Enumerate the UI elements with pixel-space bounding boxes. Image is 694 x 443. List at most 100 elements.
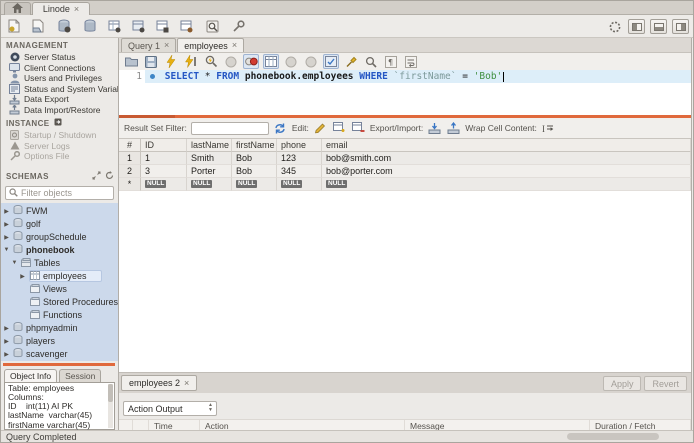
rollback-icon[interactable]	[303, 54, 319, 69]
delete-row-icon[interactable]	[351, 121, 366, 135]
sidebar-item-server-status[interactable]: Server Status	[1, 52, 118, 63]
revert-button[interactable]: Revert	[644, 376, 687, 391]
toggle-right-sidebar-button[interactable]	[672, 19, 689, 34]
sidebar-splitter[interactable]	[3, 362, 115, 366]
connection-tab-linode[interactable]: Linode ×	[32, 2, 90, 15]
open-sql-script-icon[interactable]	[30, 18, 47, 35]
tree-item-employees[interactable]: ▶ employees	[1, 270, 118, 283]
apply-button[interactable]: Apply	[602, 376, 642, 391]
edit-record-icon[interactable]	[313, 121, 328, 135]
result-filter-input[interactable]	[190, 121, 269, 135]
chevron-right-icon[interactable]: ▶	[3, 338, 10, 345]
schema-filter-input[interactable]	[21, 187, 101, 198]
tab-object-info[interactable]: Object Info	[4, 368, 58, 382]
toggle-autocommit-icon[interactable]	[323, 54, 339, 69]
tree-item-golf[interactable]: ▶ golf	[1, 218, 118, 231]
close-icon[interactable]: ×	[232, 41, 237, 50]
output-col-action[interactable]: Action	[200, 420, 405, 430]
table-row-new[interactable]: * NULL NULL NULL NULL NULL	[119, 178, 691, 191]
table-row[interactable]: 1 1 Smith Bob 123 bob@smith.com	[119, 152, 691, 165]
output-col-duration[interactable]: Duration / Fetch	[590, 420, 691, 430]
home-tab[interactable]	[4, 2, 31, 15]
import-records-icon[interactable]	[446, 121, 461, 135]
stop-icon[interactable]	[223, 54, 239, 69]
export-result-icon[interactable]	[427, 121, 442, 135]
table-inspector-icon[interactable]	[204, 18, 221, 35]
output-col-message[interactable]: Message	[405, 420, 590, 430]
editor-result-splitter[interactable]	[119, 115, 691, 118]
tree-item-functions[interactable]: ▶ Functions	[1, 309, 118, 322]
output-col-time[interactable]: Time	[149, 420, 200, 430]
tree-item-views[interactable]: ▶ Views	[1, 283, 118, 296]
sidebar-item-system-variables[interactable]: Status and System Variables	[1, 83, 118, 95]
new-function-icon[interactable]	[178, 18, 195, 35]
tab-session[interactable]: Session	[59, 368, 102, 382]
tree-item-phonebook[interactable]: ▼ phonebook	[1, 244, 118, 257]
sql-code-editor[interactable]: 1 SELECT * FROM phonebook.employees WHER…	[119, 70, 691, 115]
tree-item-players[interactable]: ▶ players	[1, 335, 118, 348]
toggle-left-sidebar-button[interactable]	[628, 19, 645, 34]
sidebar-item-data-export[interactable]: Data Export	[1, 94, 118, 105]
limit-rows-icon[interactable]	[263, 54, 279, 69]
chevron-right-icon[interactable]: ▶	[3, 208, 10, 215]
tab-query-1[interactable]: Query 1 ×	[121, 38, 177, 52]
add-row-icon[interactable]	[332, 121, 347, 135]
save-icon[interactable]	[143, 54, 159, 69]
horizontal-scrollbar-thumb[interactable]	[567, 433, 659, 440]
new-view-icon[interactable]	[130, 18, 147, 35]
column-header-phone[interactable]: phone	[277, 139, 322, 152]
tree-item-scavenger[interactable]: ▶ scavenger	[1, 348, 118, 361]
commit-icon[interactable]	[283, 54, 299, 69]
new-sql-tab-icon[interactable]	[6, 18, 23, 35]
tree-item-stored-procedures[interactable]: ▶ Stored Procedures	[1, 296, 118, 309]
close-icon[interactable]: ×	[184, 378, 189, 388]
toggle-stop-on-error-icon[interactable]	[243, 54, 259, 69]
table-row[interactable]: 2 3 Porter Bob 345 bob@porter.com	[119, 165, 691, 178]
sidebar-item-server-logs[interactable]: Server Logs	[1, 141, 118, 152]
chevron-right-icon[interactable]: ▶	[3, 221, 10, 228]
toggle-bottom-panel-button[interactable]	[650, 19, 667, 34]
explain-icon[interactable]	[203, 54, 219, 69]
close-icon[interactable]: ×	[74, 4, 79, 14]
expand-schemas-icon[interactable]	[92, 171, 101, 182]
open-file-icon[interactable]	[123, 54, 139, 69]
chevron-right-icon[interactable]: ▶	[3, 351, 10, 358]
wrap-cell-icon[interactable]: I	[541, 121, 556, 135]
new-connection-icon[interactable]	[56, 18, 73, 35]
new-table-icon[interactable]	[106, 18, 123, 35]
output-type-select[interactable]: Action Output ▲ ▼	[123, 401, 217, 416]
close-icon[interactable]: ×	[164, 41, 169, 50]
chevron-right-icon[interactable]: ▶	[3, 325, 10, 332]
object-info-scrollbar[interactable]	[108, 383, 113, 428]
tree-item-phpmyadmin[interactable]: ▶ phpmyadmin	[1, 322, 118, 335]
new-schema-icon[interactable]	[82, 18, 99, 35]
chevron-right-icon[interactable]: ▶	[19, 273, 26, 280]
refresh-icon[interactable]	[273, 121, 288, 135]
sidebar-item-client-connections[interactable]: Client Connections	[1, 62, 118, 74]
wrap-text-icon[interactable]	[403, 54, 419, 69]
tree-item-tables[interactable]: ▼ Tables	[1, 257, 118, 270]
sidebar-item-startup-shutdown[interactable]: Startup / Shutdown	[1, 130, 118, 141]
sidebar-item-users-privileges[interactable]: Users and Privileges	[1, 73, 118, 84]
invisible-chars-icon[interactable]: ¶	[383, 54, 399, 69]
column-header-id[interactable]: ID	[141, 139, 187, 152]
sidebar-item-data-import[interactable]: Data Import/Restore	[1, 104, 118, 116]
column-header-lastname[interactable]: lastName	[187, 139, 232, 152]
execute-current-icon[interactable]	[183, 54, 199, 69]
chevron-right-icon[interactable]: ▶	[3, 234, 10, 241]
refresh-schemas-icon[interactable]	[105, 170, 114, 182]
sidebar-item-options-file[interactable]: Options File	[1, 151, 118, 162]
execute-icon[interactable]	[163, 54, 179, 69]
tab-employees-2[interactable]: employees 2 ×	[121, 375, 198, 391]
column-header-firstname[interactable]: firstName	[232, 139, 277, 152]
chevron-down-icon[interactable]: ▼	[3, 247, 10, 253]
column-header-rownum[interactable]: #	[119, 139, 141, 152]
beautify-icon[interactable]	[343, 54, 359, 69]
tab-employees[interactable]: employees ×	[177, 38, 245, 52]
tree-item-fwm[interactable]: ▶ FWM	[1, 205, 118, 218]
new-procedure-icon[interactable]	[154, 18, 171, 35]
find-icon[interactable]	[363, 54, 379, 69]
column-header-email[interactable]: email	[322, 139, 691, 152]
chevron-down-icon[interactable]: ▼	[11, 260, 18, 266]
utilities-icon[interactable]	[230, 18, 247, 35]
